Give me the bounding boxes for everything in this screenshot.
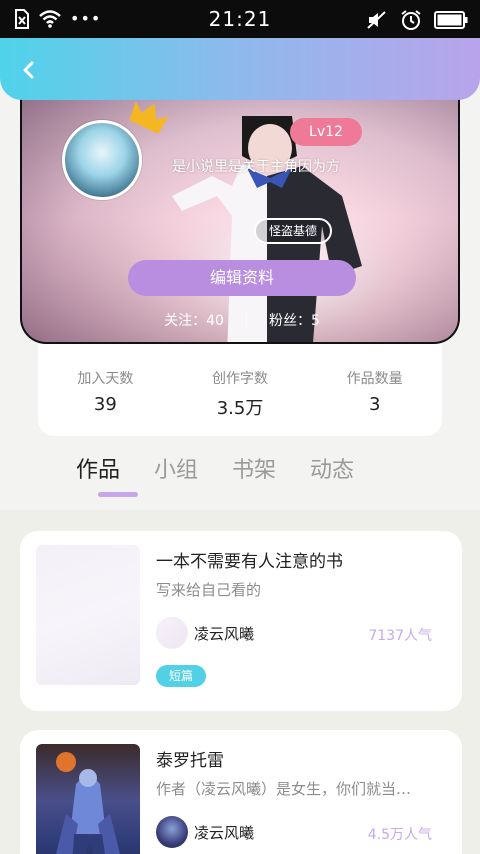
status-right-icons — [366, 9, 468, 31]
stat-value: 3.5万 — [216, 398, 264, 419]
active-tab-indicator — [98, 492, 138, 497]
author-avatar — [156, 816, 188, 848]
mute-icon — [367, 11, 386, 29]
stat-label: 创作字数 — [212, 371, 268, 387]
chevron-left-icon — [23, 61, 34, 79]
following-count[interactable]: 关注：40 — [164, 310, 224, 330]
divider — [245, 312, 247, 328]
stat-word-count: 创作字数 3.5万 — [173, 344, 308, 436]
stat-label: 加入天数 — [77, 371, 134, 387]
stats-panel: 加入天数 39 创作字数 3.5万 作品数量 3 — [38, 344, 442, 436]
stat-value: 39 — [93, 394, 117, 415]
header-bar — [0, 38, 480, 100]
book-cover — [36, 744, 140, 854]
status-bar: ••• 21:21 — [0, 0, 480, 38]
edit-profile-button[interactable]: 编辑资料 — [128, 260, 356, 296]
tab-works[interactable]: 作品 — [76, 452, 120, 484]
battery-icon — [434, 11, 468, 29]
stat-works-count: 作品数量 3 — [307, 344, 442, 436]
book-description: 作者（凌云风曦）是女生，你们就当… — [156, 780, 412, 798]
book-title: 一本不需要有人注意的书 — [156, 552, 343, 572]
profile-card: Lv12 是小说里是关于主角因为方 怪盗基德 编辑资料 关注：40 粉丝：5 — [20, 96, 460, 344]
genre-tag: 短篇 — [156, 665, 206, 687]
work-card[interactable]: 泰罗托雷 作者（凌云风曦）是女生，你们就当… 凌云风曦 4.5万人气 — [20, 730, 462, 854]
book-title: 泰罗托雷 — [156, 751, 224, 771]
tab-groups[interactable]: 小组 — [154, 452, 198, 484]
follow-stats: 关注：40 粉丝：5 — [22, 310, 458, 330]
profile-tabs: 作品 小组 书架 动态 — [76, 452, 354, 484]
level-badge: Lv12 — [290, 118, 362, 146]
profile-bio: 是小说里是关于主角因为方 — [172, 159, 340, 175]
back-button[interactable] — [14, 56, 42, 84]
tab-activity[interactable]: 动态 — [310, 452, 354, 484]
tab-bookshelf[interactable]: 书架 — [232, 452, 276, 484]
work-card[interactable]: 一本不需要有人注意的书 写来给自己看的 凌云风曦 7137人气 短篇 — [20, 531, 462, 711]
author-name: 凌云风曦 — [194, 824, 255, 842]
crown-icon — [128, 98, 169, 136]
book-description: 写来给自己看的 — [156, 581, 262, 599]
popularity-count: 4.5万人气 — [367, 827, 432, 843]
stat-join-days: 加入天数 39 — [38, 344, 173, 436]
popularity-count: 7137人气 — [368, 628, 432, 644]
author-avatar — [156, 617, 188, 649]
stat-label: 作品数量 — [346, 371, 403, 387]
book-cover — [36, 545, 140, 685]
avatar[interactable] — [62, 120, 142, 200]
title-tag: 怪盗基德 — [254, 218, 332, 244]
alarm-icon — [401, 10, 421, 30]
cover-art — [56, 752, 120, 854]
author-name: 凌云风曦 — [194, 625, 255, 643]
stat-value: 3 — [368, 394, 381, 415]
followers-count[interactable]: 粉丝：5 — [269, 310, 320, 330]
